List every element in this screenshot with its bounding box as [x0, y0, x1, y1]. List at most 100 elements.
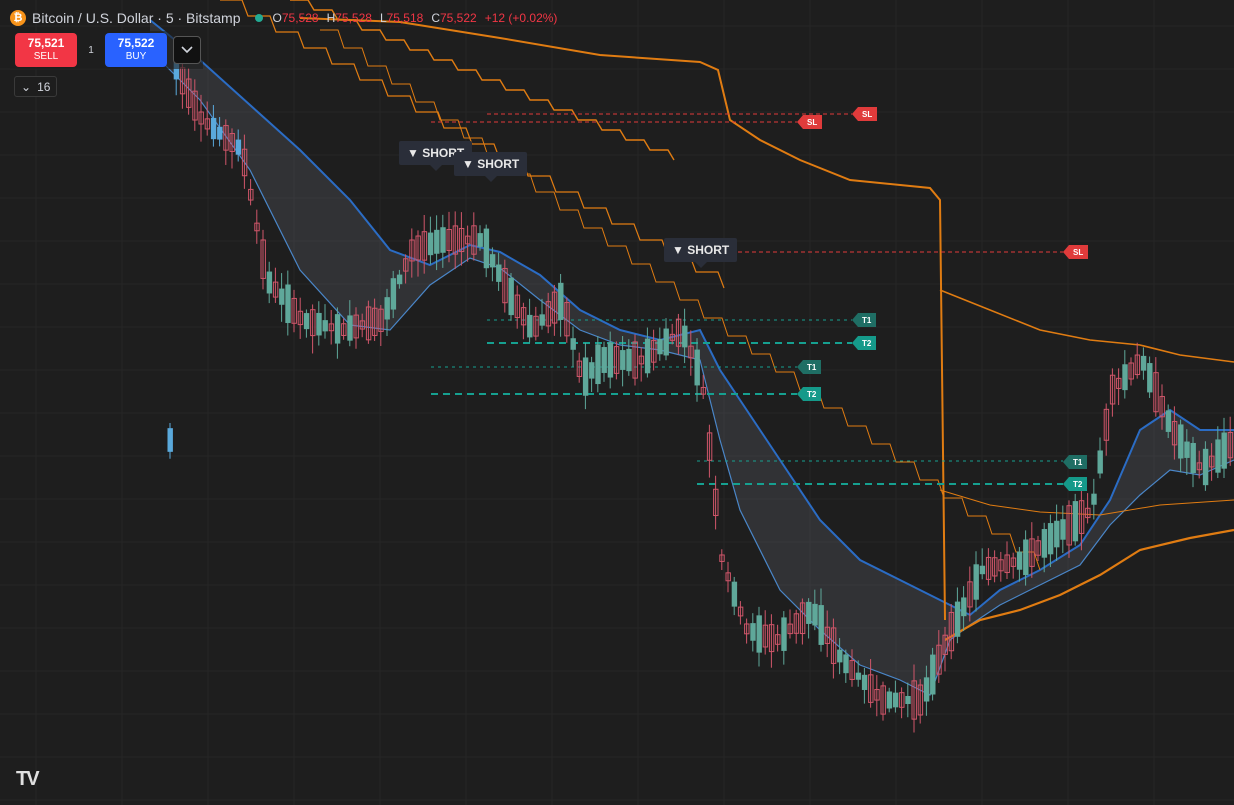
bitcoin-icon: ₿ — [10, 10, 26, 26]
candle-body — [954, 601, 961, 637]
candle-body — [1060, 519, 1066, 540]
candle-body — [266, 271, 273, 294]
candle-body — [558, 282, 564, 320]
candle-body — [589, 362, 595, 379]
candle-body — [595, 344, 601, 385]
candle-body — [440, 227, 446, 253]
high-label: H — [326, 11, 336, 25]
sell-button[interactable]: 75,521 SELL — [15, 33, 77, 67]
candle-body — [843, 654, 849, 674]
candle-body — [1184, 441, 1190, 458]
chevron-down-icon: ⌄ — [21, 79, 32, 94]
close-value: 75,522 — [440, 11, 477, 25]
indicators-toggle[interactable]: ⌄ 16 — [14, 76, 58, 97]
candle-body — [756, 615, 762, 653]
candle-body — [657, 339, 663, 355]
short-signal-label: ▼ SHORT — [454, 152, 528, 182]
ema-slow-line — [149, 49, 1234, 696]
indicator-count: 16 — [37, 79, 51, 94]
open-value: 75,528 — [281, 11, 319, 25]
buy-button[interactable]: 75,522 BUY — [105, 33, 167, 67]
change-value: +12 (+0.02%) — [484, 11, 558, 25]
candle-body — [923, 677, 930, 702]
candle-body — [750, 623, 756, 641]
candle-body — [1147, 363, 1153, 393]
candle-body — [167, 428, 173, 452]
candle-body — [285, 284, 291, 324]
candle-body — [570, 338, 576, 350]
candle-body — [601, 347, 607, 373]
candle-body — [1140, 355, 1147, 371]
candle-body — [663, 328, 669, 356]
tradingview-logo[interactable]: TV — [16, 768, 40, 791]
candle-body — [217, 126, 223, 140]
candle-body — [961, 597, 967, 617]
candle-body — [1054, 520, 1060, 548]
candle-body — [1072, 501, 1079, 542]
candle-body — [396, 274, 403, 285]
candle-body — [1091, 493, 1097, 505]
candle-body — [644, 338, 651, 374]
candle-body — [539, 314, 545, 326]
sell-label: SELL — [33, 51, 59, 62]
candle-body — [1215, 439, 1221, 473]
candle-body — [434, 229, 440, 254]
candle-body — [837, 649, 843, 663]
candle-body — [855, 672, 862, 680]
symbol-header: ₿ Bitcoin / U.S. Dollar · 5 · Bitstamp O… — [10, 6, 557, 30]
sell-price: 75,521 — [27, 36, 65, 50]
candle-body — [979, 565, 986, 575]
candle-body — [626, 348, 632, 372]
high-value: 75,528 — [335, 11, 372, 25]
close-label: C — [431, 11, 440, 25]
candle-body — [806, 601, 812, 624]
candle-body — [334, 314, 341, 344]
candle-body — [303, 313, 310, 330]
candle-body — [489, 254, 496, 268]
ohlc-values: O75,528 H75,528 L75,518 C75,522 +12 (+0.… — [273, 11, 558, 25]
trailing-stop-line — [939, 289, 1234, 363]
candle-body — [607, 342, 614, 378]
low-value: 75,518 — [386, 11, 424, 25]
candle-body — [316, 312, 322, 336]
price-chart[interactable] — [0, 0, 1234, 805]
symbol-title[interactable]: Bitcoin / U.S. Dollar · 5 · Bitstamp — [32, 10, 241, 26]
order-quantity[interactable]: 1 — [83, 45, 99, 56]
candle-body — [892, 692, 899, 708]
trade-panel: 75,521 SELL 1 75,522 BUY — [10, 31, 203, 69]
candle-body — [347, 315, 353, 341]
candle-body — [322, 320, 328, 332]
chevron-down-icon[interactable] — [173, 36, 201, 64]
candle-body — [886, 691, 893, 709]
candle-body — [861, 674, 868, 690]
candle-body — [477, 233, 483, 247]
candle-body — [496, 264, 502, 282]
candle-body — [1165, 410, 1172, 432]
market-status-icon — [254, 14, 263, 22]
candle-body — [818, 605, 824, 645]
candle-body — [620, 350, 626, 370]
candle-body — [1041, 529, 1048, 558]
candle-body — [1047, 523, 1054, 555]
candle-body — [508, 277, 514, 316]
candle-body — [905, 696, 911, 704]
candle-body — [235, 139, 242, 155]
buy-label: BUY — [125, 51, 147, 62]
candle-body — [527, 314, 533, 338]
candle-body — [1221, 432, 1227, 469]
candle-body — [384, 297, 390, 320]
candle-body — [1016, 551, 1023, 570]
candle-body — [1097, 450, 1103, 474]
candle-body — [1202, 448, 1209, 486]
candle-body — [682, 325, 688, 348]
candle-body — [694, 349, 700, 386]
candle-body — [1178, 424, 1184, 459]
low-label: L — [379, 11, 387, 25]
trailing-stop-line — [939, 489, 1234, 516]
candle-body — [582, 357, 589, 396]
candle-body — [731, 581, 738, 607]
candle-body — [973, 564, 979, 600]
short-signal-label: ▼ SHORT — [664, 238, 738, 268]
candle-body — [279, 288, 285, 305]
buy-price: 75,522 — [117, 36, 155, 50]
